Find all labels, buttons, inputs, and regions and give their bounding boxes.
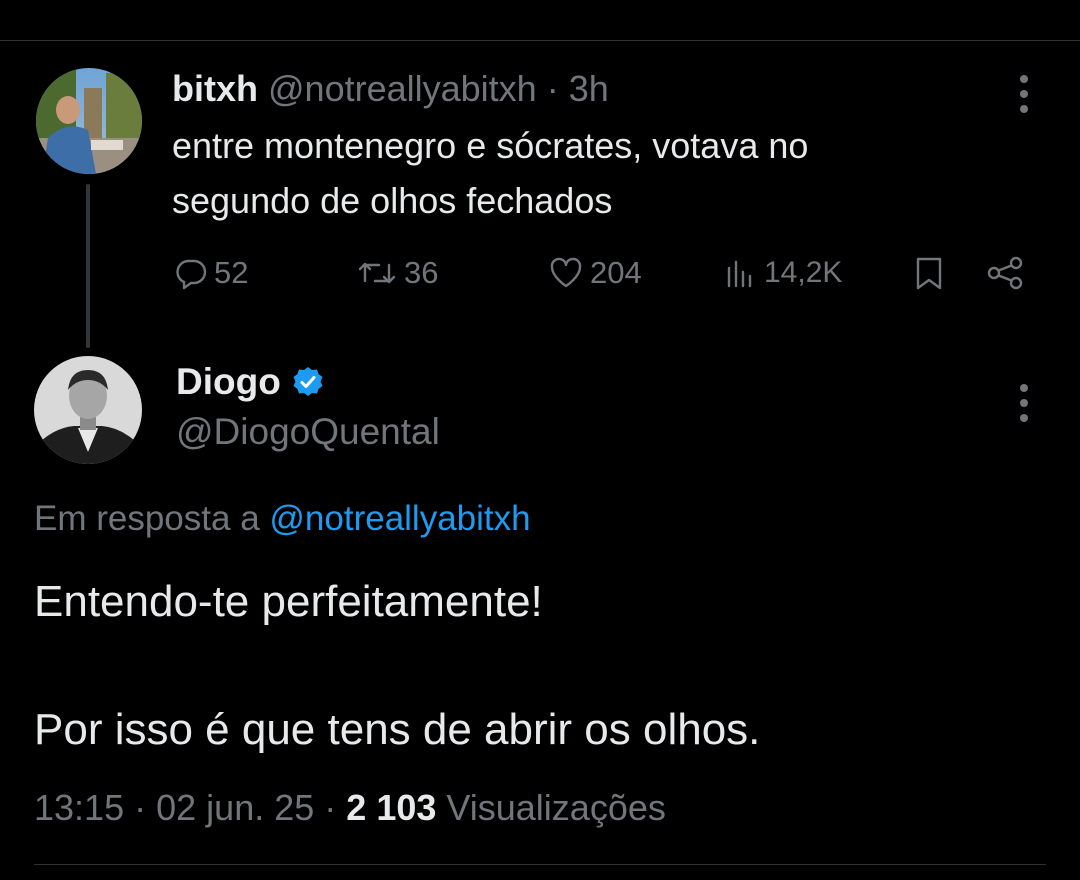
parent-time[interactable]: 3h xyxy=(569,68,609,109)
retweet-icon xyxy=(358,262,396,284)
main-handle[interactable]: @DiogoQuental xyxy=(176,410,440,454)
main-text-para1: Entendo-te perfeitamente! xyxy=(34,577,543,626)
reply-icon xyxy=(176,259,207,290)
parent-header: bitxh @notreallyabitxh · 3h xyxy=(172,68,609,110)
parent-text-line2: segundo de olhos fechados xyxy=(172,180,613,221)
reply-prefix: Em resposta a xyxy=(34,499,260,538)
retweet-count: 36 xyxy=(404,255,439,290)
reply-to-link[interactable]: @notreallyabitxh xyxy=(269,499,530,538)
like-count: 204 xyxy=(590,255,642,290)
views-button[interactable]: 14,2K xyxy=(724,252,842,294)
more-icon xyxy=(1020,384,1028,392)
meta-separator-2: · xyxy=(324,787,337,828)
top-divider xyxy=(0,40,1080,41)
parent-separator: · xyxy=(546,68,559,109)
avatar-photo-icon xyxy=(34,356,142,464)
main-display-name-row: Diogo xyxy=(176,360,325,404)
main-text-para2: Por isso é que tens de abrir os olhos. xyxy=(34,705,761,754)
parent-text-line1: entre montenegro e sócrates, votava no xyxy=(172,125,809,166)
views-icon xyxy=(727,260,752,288)
like-icon xyxy=(550,257,582,288)
main-display-name[interactable]: Diogo xyxy=(176,361,281,403)
diogo-avatar[interactable] xyxy=(34,356,142,464)
tweet-time[interactable]: 13:15 xyxy=(34,787,124,828)
avatar-photo-icon xyxy=(36,68,142,174)
parent-more-button[interactable] xyxy=(1020,75,1028,113)
share-icon xyxy=(987,256,1023,290)
reply-context: Em resposta a @notreallyabitxh xyxy=(34,497,531,541)
views-count: 14,2K xyxy=(764,256,843,289)
reply-button[interactable]: 52 xyxy=(174,252,248,294)
bookmark-button[interactable] xyxy=(913,252,945,294)
verified-badge-icon xyxy=(293,367,323,396)
bookmark-icon xyxy=(916,257,942,290)
views-total: 2 103 xyxy=(346,787,437,828)
tweet-meta: 13:15 · 02 jun. 25 · 2 103 Visualizações xyxy=(34,786,666,830)
share-button[interactable] xyxy=(986,252,1026,294)
more-icon xyxy=(1020,75,1028,83)
bitxh-avatar[interactable] xyxy=(36,68,142,174)
meta-separator-1: · xyxy=(134,787,147,828)
retweet-button[interactable]: 36 xyxy=(356,252,438,294)
parent-handle[interactable]: @notreallyabitxh xyxy=(268,68,537,109)
thread-connector-line xyxy=(86,184,90,348)
like-button[interactable]: 204 xyxy=(548,252,642,294)
reply-count: 52 xyxy=(214,255,249,290)
main-more-button[interactable] xyxy=(1020,384,1028,422)
parent-display-name[interactable]: bitxh xyxy=(172,68,258,109)
bottom-divider xyxy=(34,864,1046,865)
views-label: Visualizações xyxy=(446,787,666,828)
tweet-date[interactable]: 02 jun. 25 xyxy=(156,787,314,828)
